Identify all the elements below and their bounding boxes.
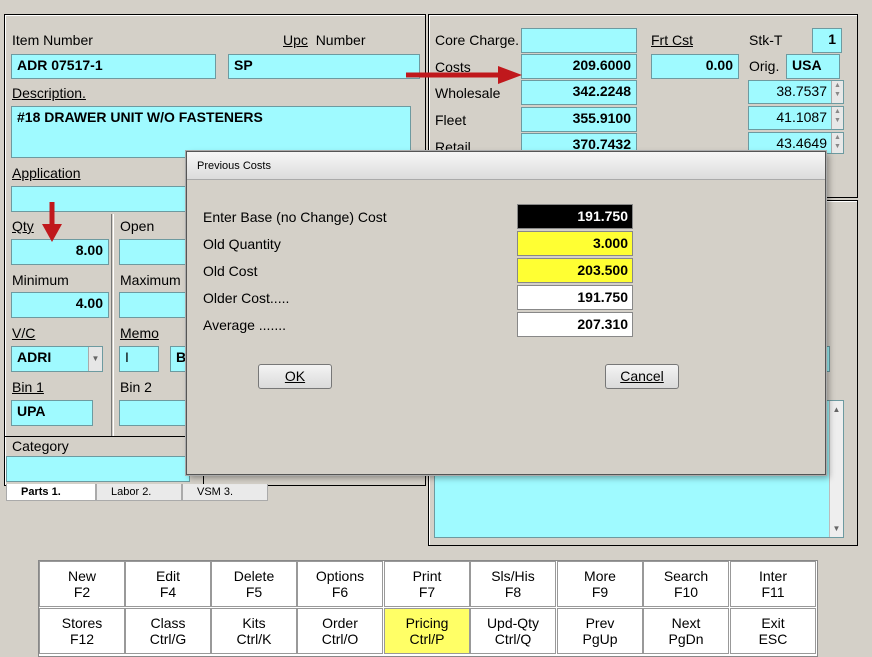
delete-button[interactable]: Delete F5 [211, 561, 297, 607]
frt-cst-label: Frt Cst [651, 32, 693, 48]
open-label: Open [120, 218, 155, 234]
spinner-icon[interactable]: ▲ ▼ [831, 81, 843, 103]
tab-vsm[interactable]: VSM 3. [182, 484, 268, 501]
minimum-label: Minimum [12, 272, 69, 288]
maximum-label: Maximum [120, 272, 181, 288]
edit-button[interactable]: Edit F4 [125, 561, 211, 607]
dialog-row-label: Older Cost..... [203, 290, 290, 306]
minimum-field[interactable]: 4.00 [11, 292, 109, 318]
bin1-field[interactable]: UPA [11, 400, 93, 426]
bin2-field[interactable] [119, 400, 187, 426]
open-field[interactable] [119, 239, 187, 265]
old-quantity-value[interactable]: 3.000 [517, 231, 633, 256]
description-label: Description. [12, 85, 86, 101]
more-button[interactable]: More F9 [557, 561, 643, 607]
inter-button[interactable]: Inter F11 [730, 561, 816, 607]
category-label: Category [12, 438, 69, 454]
new-button[interactable]: New F2 [39, 561, 125, 607]
memo-label: Memo [120, 325, 159, 341]
dropdown-arrow-icon[interactable]: ▼ [88, 347, 102, 371]
dialog-row-label: Old Cost [203, 263, 258, 279]
upc-label: Upc Number [283, 32, 366, 48]
bin2-label: Bin 2 [120, 379, 152, 395]
cancel-button[interactable]: Cancel [605, 364, 679, 389]
prev-button[interactable]: Prev PgUp [557, 608, 643, 654]
scroll-down-icon[interactable]: ▼ [830, 524, 843, 533]
bin1-label: Bin 1 [12, 379, 44, 395]
arrow-costs-icon [406, 66, 522, 84]
orig-field[interactable]: USA [786, 54, 840, 79]
print-button[interactable]: Print F7 [384, 561, 470, 607]
column-divider [111, 214, 114, 436]
options-button[interactable]: Options F6 [297, 561, 383, 607]
average-value[interactable]: 207.310 [517, 312, 633, 337]
orig-label: Orig. [749, 58, 780, 74]
stores-button[interactable]: Stores F12 [39, 608, 125, 654]
upd-qty-button[interactable]: Upd-Qty Ctrl/Q [470, 608, 556, 654]
exit-button[interactable]: Exit ESC [730, 608, 816, 654]
pct-field-1[interactable]: 38.7537 ▲ ▼ [748, 80, 844, 104]
base-cost-input[interactable]: 191.750 [517, 204, 633, 229]
vc-label: V/C [12, 325, 36, 341]
maximum-field[interactable] [119, 292, 187, 318]
item-number-field[interactable]: ADR 07517-1 [11, 54, 216, 79]
tab-labor[interactable]: Labor 2. [96, 484, 182, 501]
old-cost-value[interactable]: 203.500 [517, 258, 633, 283]
function-key-bar: New F2 Edit F4 Delete F5 Options F6 Print F7 … [38, 560, 818, 657]
tab-parts[interactable]: Parts 1. [6, 484, 96, 501]
costs-field[interactable]: 209.6000 [521, 54, 637, 79]
notes-scrollbar[interactable]: ▲ ▼ [829, 401, 843, 537]
pct-field-2[interactable]: 41.1087 ▲ ▼ [748, 106, 844, 130]
side-field[interactable] [826, 346, 830, 372]
item-number-label: Item Number [12, 32, 93, 48]
search-button[interactable]: Search F10 [643, 561, 729, 607]
wholesale-field[interactable]: 342.2248 [521, 80, 637, 105]
ok-button[interactable]: OK [258, 364, 332, 389]
memo-field[interactable]: I [119, 346, 159, 372]
upc-field[interactable]: SP [228, 54, 420, 79]
arrow-qty-icon [42, 202, 62, 242]
scroll-up-icon[interactable]: ▲ [830, 405, 843, 414]
stkt-field[interactable]: 1 [812, 28, 842, 53]
stkt-label: Stk-T [749, 32, 783, 48]
fleet-label: Fleet [435, 112, 467, 128]
frt-cst-field[interactable]: 0.00 [651, 54, 739, 79]
pricing-button[interactable]: Pricing Ctrl/P [384, 608, 470, 654]
previous-costs-dialog: Previous Costs Enter Base (no Change) Co… [186, 151, 826, 475]
dialog-row-label: Old Quantity [203, 236, 281, 252]
kits-button[interactable]: Kits Ctrl/K [211, 608, 297, 654]
class-button[interactable]: Class Ctrl/G [125, 608, 211, 654]
dialog-row-label: Enter Base (no Change) Cost [203, 209, 387, 225]
core-charge-field[interactable] [521, 28, 637, 53]
vc-field[interactable]: ADRI ▼ [11, 346, 103, 372]
spinner-icon[interactable]: ▲ ▼ [831, 107, 843, 129]
dialog-title: Previous Costs [187, 152, 825, 180]
fleet-field[interactable]: 355.9100 [521, 107, 637, 132]
core-charge-label: Core Charge. [435, 32, 520, 48]
spinner-icon[interactable]: ▲ ▼ [831, 133, 843, 153]
category-field[interactable] [6, 456, 190, 482]
older-cost-value[interactable]: 191.750 [517, 285, 633, 310]
dialog-row-label: Average ....... [203, 317, 287, 333]
order-button[interactable]: Order Ctrl/O [297, 608, 383, 654]
next-button[interactable]: Next PgDn [643, 608, 729, 654]
application-label: Application [12, 165, 81, 181]
qty-label: Qty [12, 218, 34, 234]
sls-his-button[interactable]: Sls/His F8 [470, 561, 556, 607]
